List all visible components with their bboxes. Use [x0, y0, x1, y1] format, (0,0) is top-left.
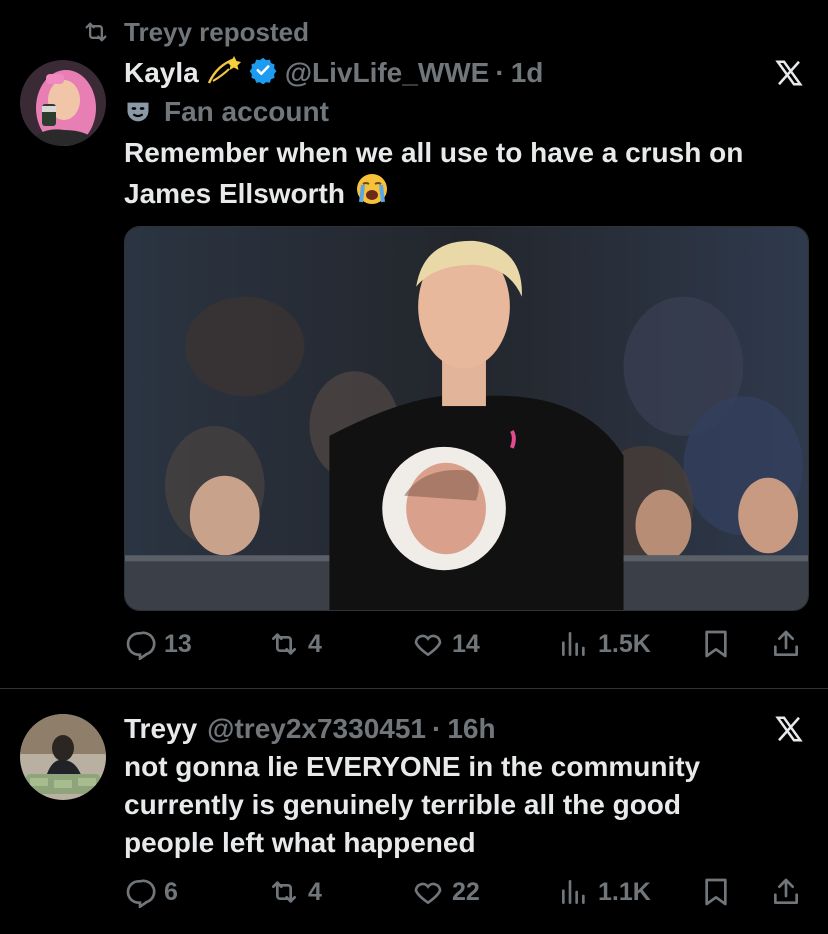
avatar-treyy[interactable]	[20, 714, 106, 800]
bookmark-icon	[705, 630, 727, 658]
timestamp[interactable]: 1d	[511, 57, 544, 89]
like-button[interactable]: 22	[412, 872, 480, 912]
theater-mask-icon	[127, 102, 149, 122]
separator: ·	[495, 57, 505, 88]
tweet-media-image[interactable]	[124, 226, 809, 611]
retweet-count: 4	[308, 629, 322, 658]
reply-button[interactable]: 13	[124, 624, 192, 664]
x-logo-icon[interactable]	[774, 58, 804, 88]
like-button[interactable]: 14	[412, 624, 480, 664]
author-handle[interactable]: @trey2x7330451	[207, 713, 426, 745]
repost-label: Treyy reposted	[124, 16, 309, 47]
tweet-text: Remember when we all use to have a crush…	[124, 134, 804, 216]
separator: ·	[432, 713, 442, 744]
tweet-actions: 6 4 22 1.1K	[124, 872, 814, 912]
retweet-button[interactable]: 4	[268, 624, 322, 664]
loudly-crying-face-emoji	[355, 172, 389, 216]
views-count: 1.1K	[598, 877, 651, 906]
reply-count: 13	[164, 629, 192, 658]
author-name[interactable]: Treyy	[124, 713, 197, 745]
repost-icon	[85, 22, 107, 42]
views-count: 1.5K	[598, 629, 651, 658]
retweet-icon	[272, 881, 296, 903]
tweet-text-line: not gonna lie EVERYONE in the community	[124, 751, 701, 782]
like-icon	[414, 882, 442, 905]
divider	[0, 688, 828, 689]
views-button[interactable]: 1.1K	[558, 872, 651, 912]
tweet-header: Kayla @LivLife_WWE · 1d	[124, 55, 544, 92]
timestamp[interactable]: 16h	[447, 713, 495, 745]
tweet-text-line: James Ellsworth	[124, 178, 345, 209]
reply-button[interactable]: 6	[124, 872, 178, 912]
views-button[interactable]: 1.5K	[558, 624, 651, 664]
tweet-text-line: currently is genuinely terrible all the …	[124, 789, 682, 820]
bookmark-button[interactable]	[700, 624, 740, 664]
share-button[interactable]	[770, 624, 810, 664]
tweet-actions: 13 4 14 1.5K	[124, 624, 814, 664]
verified-badge-icon	[249, 56, 277, 91]
author-handle[interactable]: @LivLife_WWE	[285, 57, 490, 89]
share-icon	[774, 630, 798, 656]
retweet-count: 4	[308, 877, 322, 906]
like-count: 14	[452, 629, 480, 658]
share-icon	[774, 878, 798, 904]
fan-account-label: Fan account	[124, 96, 329, 128]
fan-account-text: Fan account	[164, 96, 329, 127]
bookmark-icon	[705, 878, 727, 906]
x-logo-icon[interactable]	[774, 714, 804, 744]
bookmark-button[interactable]	[700, 872, 740, 912]
reply-count: 6	[164, 877, 178, 906]
share-button[interactable]	[770, 872, 810, 912]
author-name[interactable]: Kayla	[124, 57, 199, 89]
retweet-button[interactable]: 4	[268, 872, 322, 912]
tweet-text-line: Remember when we all use to have a crush…	[124, 137, 744, 168]
retweet-icon	[272, 633, 296, 655]
like-icon	[414, 634, 442, 657]
avatar-kayla[interactable]	[20, 60, 106, 146]
like-count: 22	[452, 877, 480, 906]
reply-icon	[126, 879, 156, 908]
tweet-header: Treyy @trey2x7330451 · 16h	[124, 712, 496, 746]
repost-indicator: Treyy reposted	[82, 16, 309, 48]
views-icon	[562, 632, 585, 656]
tweet-text: not gonna lie EVERYONE in the community …	[124, 748, 804, 862]
views-icon	[562, 880, 585, 904]
tweet-text-line: people left what happened	[124, 827, 476, 858]
dizzy-emoji	[207, 55, 241, 92]
reply-icon	[126, 631, 156, 660]
